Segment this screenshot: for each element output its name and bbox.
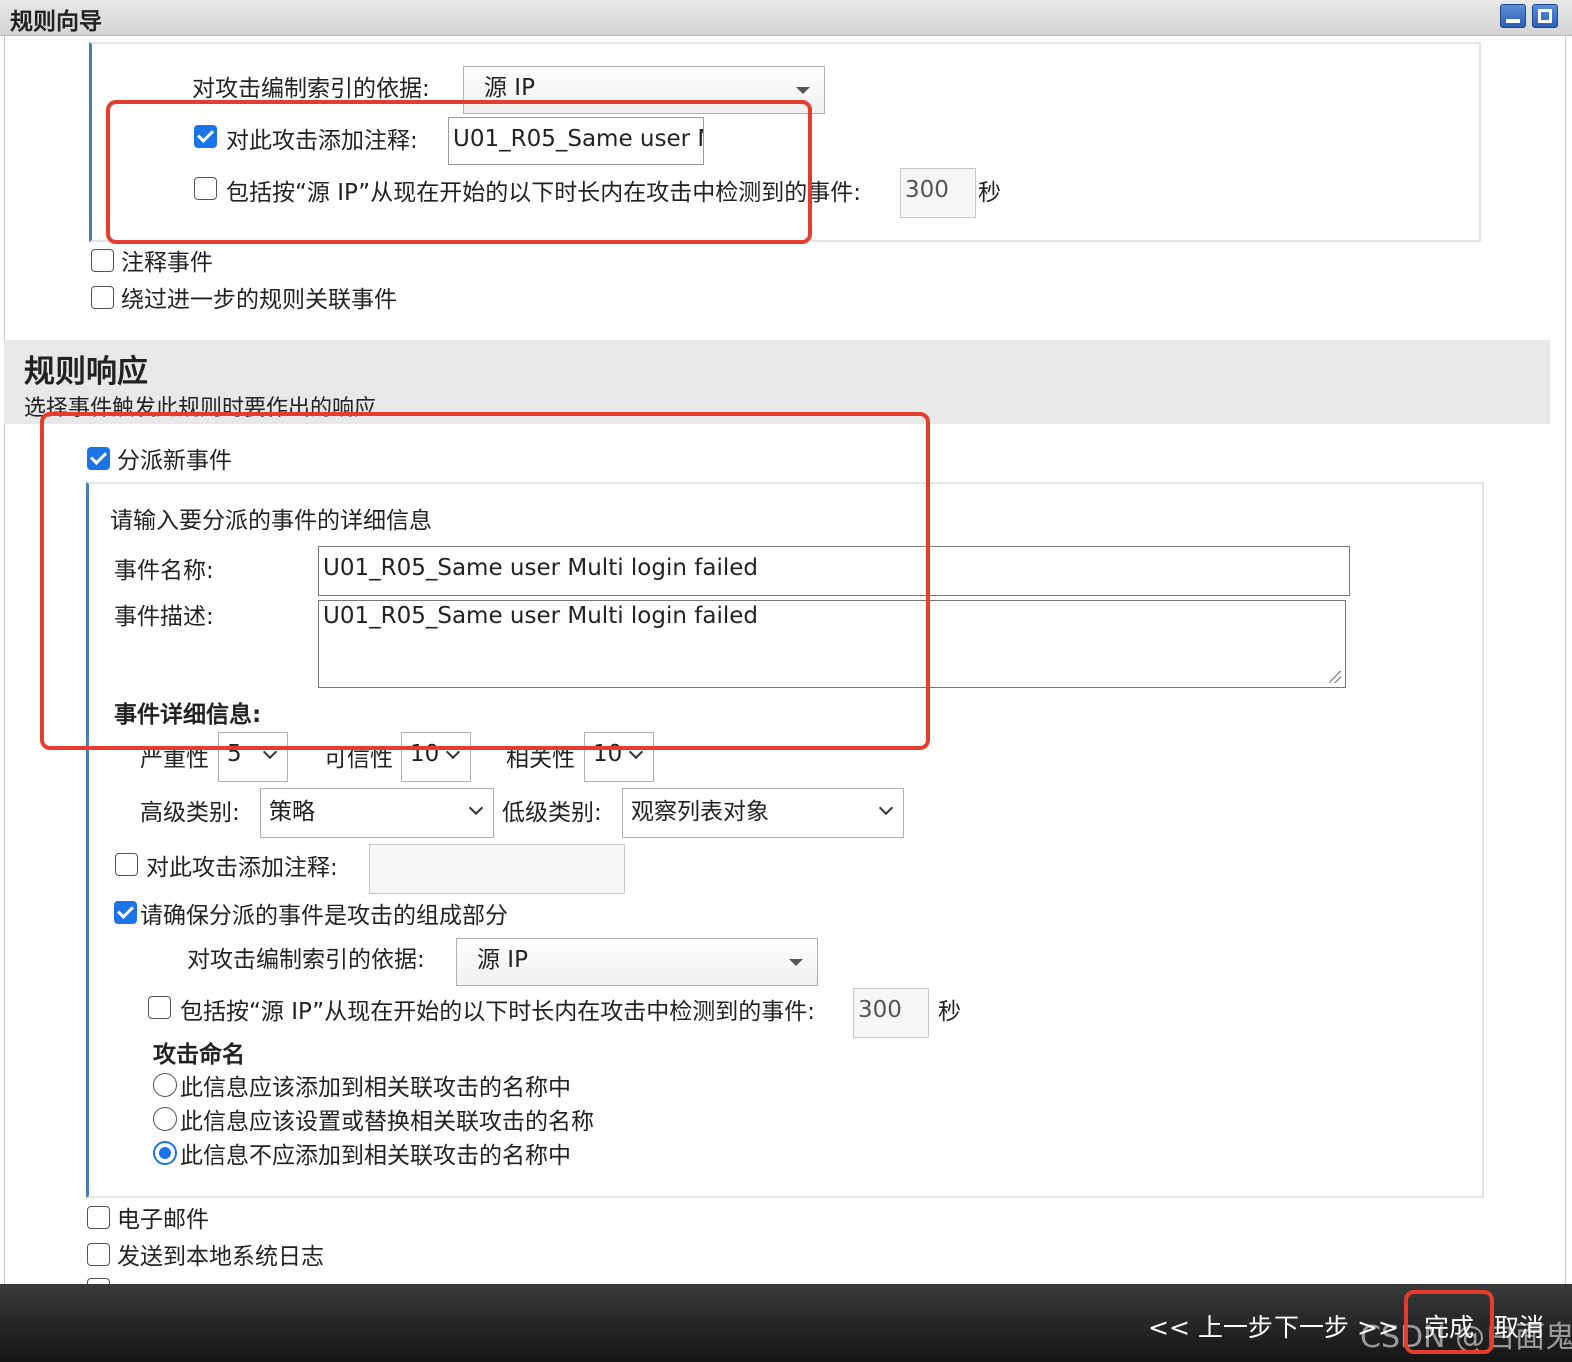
dropdown-arrow-icon xyxy=(796,87,810,94)
chevron-down-icon xyxy=(878,800,894,816)
highlight-finish-box xyxy=(1404,1290,1494,1354)
dispatch-annotate-checkbox[interactable] xyxy=(115,853,138,876)
top-include-unit: 秒 xyxy=(978,180,1001,206)
dispatch-index-select[interactable]: 源 IP xyxy=(456,938,818,986)
resize-grip-icon[interactable] xyxy=(1329,671,1341,683)
low-category-value: 观察列表对象 xyxy=(631,799,769,825)
email-checkbox[interactable] xyxy=(87,1206,110,1229)
dispatch-include-seconds-input[interactable]: 300 xyxy=(853,988,929,1038)
highlight-annotation-box xyxy=(106,100,812,244)
naming-option-none-radio[interactable] xyxy=(153,1141,177,1165)
email-label: 电子邮件 xyxy=(117,1207,209,1233)
maximize-icon xyxy=(1538,9,1552,23)
naming-option-replace-radio[interactable] xyxy=(153,1107,177,1131)
previous-button[interactable]: << 上一步 xyxy=(1148,1308,1273,1344)
maximize-button[interactable] xyxy=(1532,4,1558,28)
low-category-label: 低级类别: xyxy=(502,800,602,826)
highlight-dispatch-box xyxy=(40,412,930,750)
annotate-event-checkbox[interactable] xyxy=(91,249,114,272)
naming-option-label: 此信息应该设置或替换相关联攻击的名称 xyxy=(180,1109,594,1135)
bypass-checkbox[interactable] xyxy=(91,286,114,309)
dispatch-annotate-label: 对此攻击添加注释: xyxy=(146,855,338,881)
high-category-label: 高级类别: xyxy=(140,800,240,826)
high-category-select[interactable]: 策略 xyxy=(260,788,494,838)
chevron-down-icon xyxy=(468,800,484,816)
dispatch-include-checkbox[interactable] xyxy=(148,996,171,1019)
syslog-checkbox[interactable] xyxy=(87,1243,110,1266)
dispatch-annotate-input[interactable] xyxy=(369,844,625,894)
naming-option-label: 此信息应该添加到相关联攻击的名称中 xyxy=(180,1075,571,1101)
dispatch-include-label: 包括按“源 IP”从现在开始的以下时长内在攻击中检测到的事件: xyxy=(180,999,815,1025)
low-category-select[interactable]: 观察列表对象 xyxy=(622,788,904,838)
window-titlebar: 规则向导 xyxy=(0,0,1572,36)
high-category-value: 策略 xyxy=(269,799,315,825)
dropdown-arrow-icon xyxy=(789,959,803,966)
minimize-icon xyxy=(1506,19,1520,23)
top-include-seconds-input[interactable]: 300 xyxy=(900,168,976,218)
window-title: 规则向导 xyxy=(10,9,102,35)
dispatch-index-value: 源 IP xyxy=(477,947,528,973)
ensure-part-of-offense-checkbox[interactable] xyxy=(114,901,137,924)
dispatch-index-label: 对攻击编制索引的依据: xyxy=(187,947,425,973)
naming-option-label: 此信息不应添加到相关联攻击的名称中 xyxy=(180,1143,571,1169)
syslog-label: 发送到本地系统日志 xyxy=(117,1244,324,1270)
naming-option-add-radio[interactable] xyxy=(153,1073,177,1097)
annotate-event-label: 注释事件 xyxy=(121,250,213,276)
top-index-value: 源 IP xyxy=(484,75,535,101)
ensure-part-of-offense-label: 请确保分派的事件是攻击的组成部分 xyxy=(140,903,508,929)
dispatch-include-unit: 秒 xyxy=(938,999,961,1025)
offense-naming-title: 攻击命名 xyxy=(153,1042,245,1068)
rule-response-title: 规则响应 xyxy=(24,354,148,390)
minimize-button[interactable] xyxy=(1500,4,1526,28)
bypass-label: 绕过进一步的规则关联事件 xyxy=(121,287,397,313)
